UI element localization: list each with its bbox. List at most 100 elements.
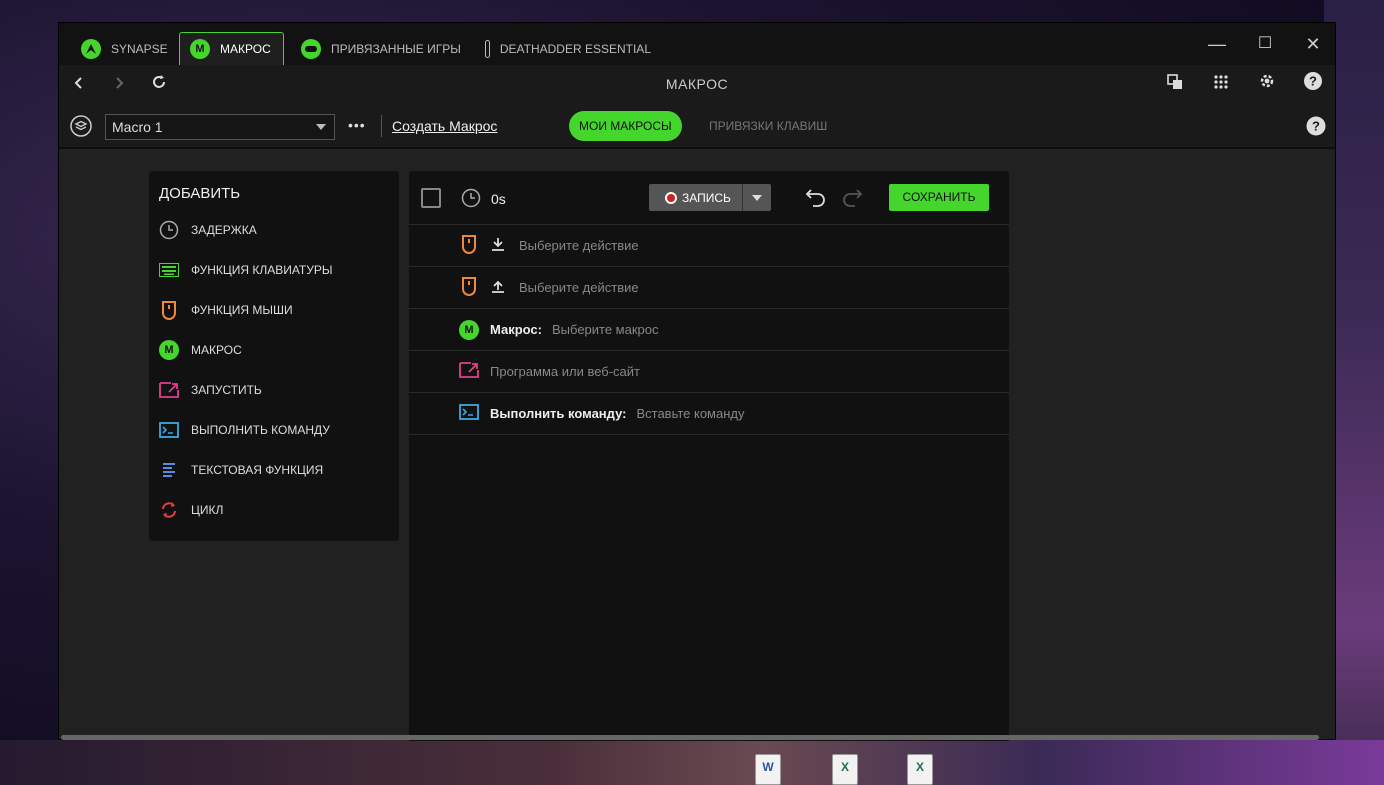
loop-icon — [159, 500, 179, 520]
add-item-label: ЗАПУСТИТЬ — [191, 383, 262, 397]
macro-editor: 0s ЗАПИСЬ СОХРАНИТЬ Выберите действие Вы… — [409, 171, 1009, 741]
minimize-button[interactable]: — — [1205, 33, 1229, 57]
clock-icon — [159, 220, 179, 240]
record-options-dropdown[interactable] — [742, 184, 771, 211]
create-macro-link[interactable]: Создать Макрос — [392, 118, 497, 134]
add-action-panel: ДОБАВИТЬ ЗАДЕРЖКА ФУНКЦИЯ КЛАВИАТУРЫ ФУН… — [149, 171, 399, 541]
horizontal-scrollbar[interactable] — [61, 735, 1319, 740]
add-mouse-item[interactable]: ФУНКЦИЯ МЫШИ — [159, 298, 293, 322]
help-headset-icon: ? — [1304, 72, 1322, 90]
mouse-icon — [461, 234, 477, 257]
macro-step-row[interactable]: Выберите действие — [409, 225, 1009, 267]
desktop-excel-icon[interactable]: X — [832, 754, 858, 785]
macro-step-row[interactable]: Выберите действие — [409, 267, 1009, 309]
tab-bar: SYNAPSE M МАКРОС ПРИВЯЗАННЫЕ ИГРЫ DEATHA… — [59, 23, 1335, 65]
redo-button[interactable] — [841, 186, 863, 213]
add-item-label: ТЕКСТОВАЯ ФУНКЦИЯ — [191, 463, 324, 477]
step-label: Выполнить команду: — [490, 406, 627, 421]
add-item-label: МАКРОС — [191, 343, 242, 357]
mouse-icon — [485, 39, 490, 58]
svg-text:?: ? — [1309, 74, 1317, 89]
tab-synapse[interactable]: SYNAPSE — [71, 32, 179, 65]
add-text-item[interactable]: ТЕКСТОВАЯ ФУНКЦИЯ — [159, 458, 323, 482]
text-icon — [159, 460, 179, 480]
layers-icon[interactable] — [70, 115, 92, 142]
nav-bar: МАКРОС ? — [59, 65, 1335, 103]
tab-label: DEATHADDER ESSENTIAL — [499, 41, 651, 56]
clock-icon — [461, 188, 481, 213]
step-label: Макрос: — [490, 322, 542, 337]
macro-select-dropdown[interactable]: Macro 1 — [105, 114, 335, 140]
grid-icon — [1214, 75, 1228, 89]
add-loop-item[interactable]: ЦИКЛ — [159, 498, 223, 522]
desktop-background-bottom — [0, 740, 1384, 785]
record-label: ЗАПИСЬ — [682, 190, 731, 205]
launch-icon — [159, 380, 179, 400]
add-panel-title: ДОБАВИТЬ — [159, 185, 241, 202]
help-icon: ? — [1306, 116, 1326, 136]
record-icon — [665, 191, 677, 204]
undo-button[interactable] — [805, 186, 827, 213]
macro-placeholder[interactable]: Выберите макрос — [552, 322, 659, 337]
desktop-word-icon[interactable]: W — [755, 754, 781, 785]
razer-snake-icon — [81, 38, 101, 59]
window-mode-icon — [1167, 74, 1182, 89]
add-keyboard-item[interactable]: ФУНКЦИЯ КЛАВИАТУРЫ — [159, 258, 333, 282]
add-delay-item[interactable]: ЗАДЕРЖКА — [159, 218, 257, 242]
macro-select-value: Macro 1 — [112, 119, 163, 135]
macro-m-icon: M — [159, 340, 179, 360]
terminal-icon — [459, 404, 479, 423]
support-button[interactable]: ? — [1300, 71, 1326, 97]
launch-placeholder[interactable]: Программа или веб-сайт — [490, 364, 640, 379]
terminal-icon — [159, 420, 179, 440]
tab-my-macros[interactable]: МОИ МАКРОСЫ — [569, 111, 682, 141]
more-options-button[interactable]: ••• — [348, 117, 366, 133]
toolbar-divider — [381, 115, 382, 137]
action-placeholder[interactable]: Выберите действие — [519, 280, 639, 295]
tab-key-bindings[interactable]: ПРИВЯЗКИ КЛАВИШ — [699, 111, 837, 141]
help-button[interactable]: ? — [1306, 116, 1326, 141]
editor-header: 0s ЗАПИСЬ СОХРАНИТЬ — [409, 171, 1009, 225]
action-placeholder[interactable]: Выберите действие — [519, 238, 639, 253]
tab-label: SYNAPSE — [111, 41, 168, 56]
macro-toolbar: Macro 1 ••• Создать Макрос МОИ МАКРОСЫ П… — [59, 103, 1335, 149]
page-title: МАКРОС — [665, 76, 729, 92]
add-item-label: ФУНКЦИЯ КЛАВИАТУРЫ — [191, 263, 333, 277]
close-button[interactable]: ✕ — [1301, 33, 1325, 57]
mouse-icon — [461, 276, 477, 299]
macro-step-row[interactable]: Выполнить команду: Вставьте команду — [409, 393, 1009, 435]
chevron-down-icon — [752, 194, 762, 201]
chevron-down-icon — [316, 124, 326, 130]
save-button[interactable]: СОХРАНИТЬ — [889, 184, 989, 211]
tab-label: МАКРОС — [220, 42, 271, 56]
select-all-checkbox[interactable] — [421, 188, 441, 208]
undo-icon — [805, 189, 825, 207]
add-item-label: ФУНКЦИЯ МЫШИ — [191, 303, 293, 317]
tab-deathadder[interactable]: DEATHADDER ESSENTIAL — [475, 32, 651, 65]
add-macro-item[interactable]: M МАКРОС — [159, 338, 242, 362]
maximize-button[interactable]: ☐ — [1253, 33, 1277, 57]
upload-arrow-icon — [491, 279, 505, 296]
launch-icon — [459, 362, 479, 381]
macro-m-icon: M — [459, 319, 479, 340]
macro-step-row[interactable]: M Макрос: Выберите макрос — [409, 309, 1009, 351]
macro-m-icon: M — [190, 39, 210, 59]
keyboard-icon — [159, 260, 179, 280]
apps-grid-button[interactable] — [1208, 71, 1234, 97]
settings-button[interactable] — [1254, 71, 1280, 97]
tab-linked-games[interactable]: ПРИВЯЗАННЫЕ ИГРЫ — [291, 32, 461, 65]
desktop-excel-icon[interactable]: X — [907, 754, 933, 785]
add-item-label: ЦИКЛ — [191, 503, 224, 517]
window-mode-button[interactable] — [1162, 71, 1188, 97]
add-command-item[interactable]: ВЫПОЛНИТЬ КОМАНДУ — [159, 418, 330, 442]
svg-text:?: ? — [1312, 119, 1320, 134]
redo-icon — [843, 189, 863, 207]
command-input[interactable]: Вставьте команду — [636, 406, 744, 421]
download-arrow-icon — [491, 237, 505, 254]
synapse-window: SYNAPSE M МАКРОС ПРИВЯЗАННЫЕ ИГРЫ DEATHA… — [58, 22, 1336, 741]
macro-step-row[interactable]: Программа или веб-сайт — [409, 351, 1009, 393]
add-launch-item[interactable]: ЗАПУСТИТЬ — [159, 378, 262, 402]
gear-icon — [1260, 74, 1274, 88]
record-button[interactable]: ЗАПИСЬ — [649, 184, 771, 211]
tab-macro[interactable]: M МАКРОС — [179, 32, 284, 65]
